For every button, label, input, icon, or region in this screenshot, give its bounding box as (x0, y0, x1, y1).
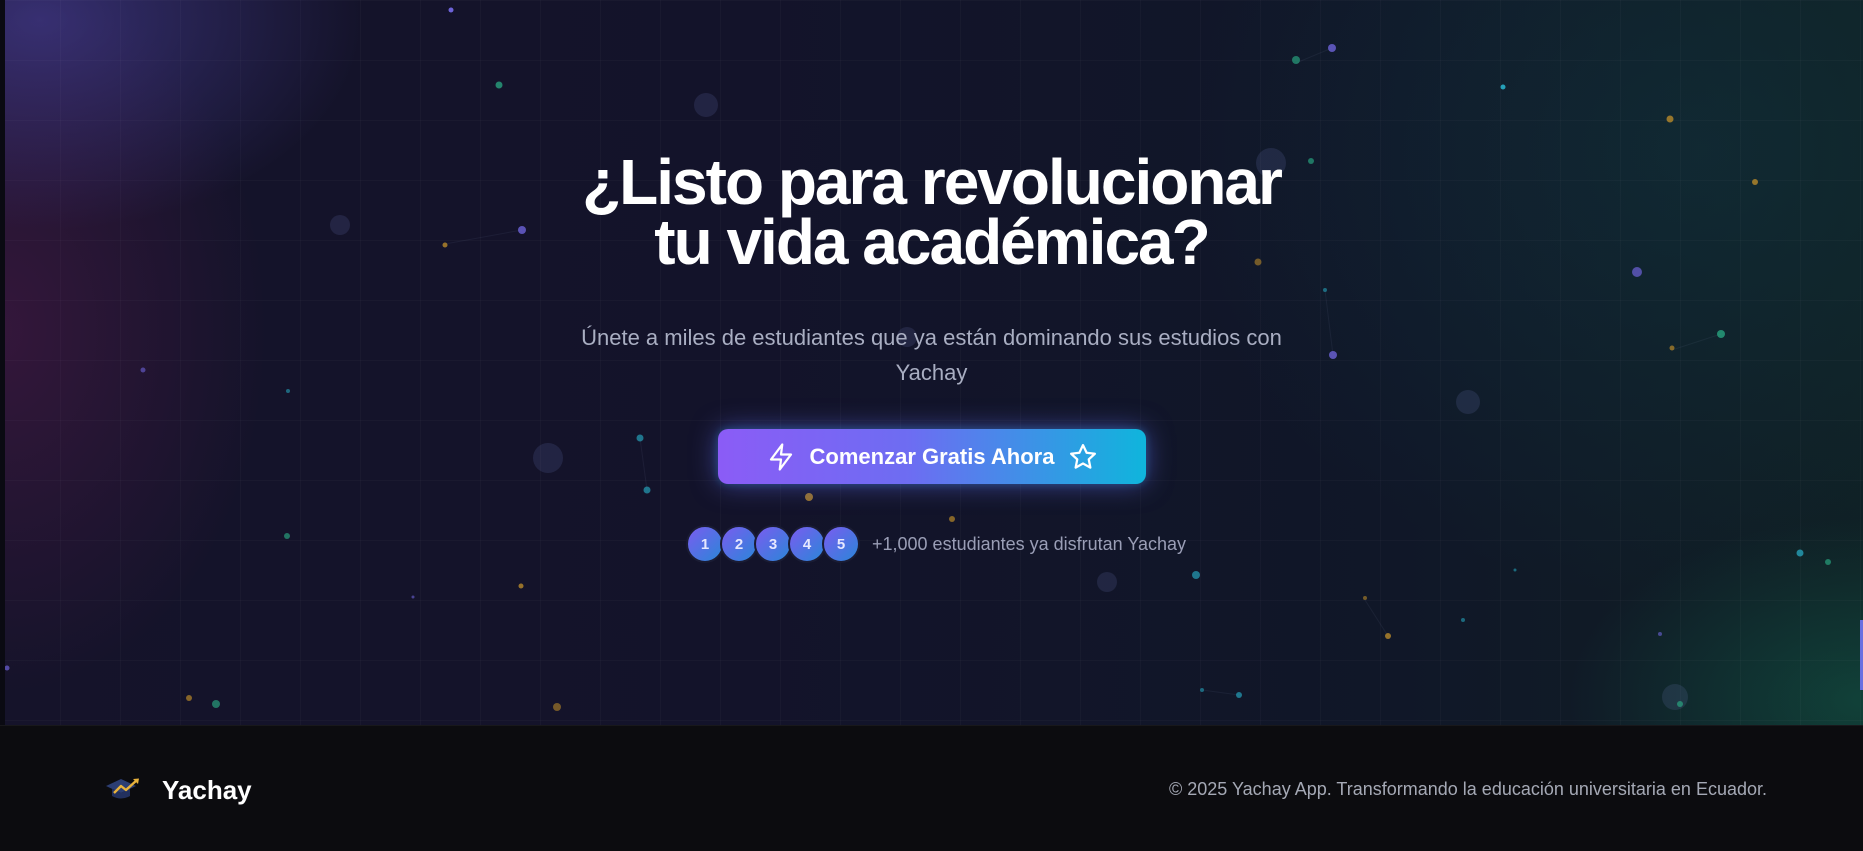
hero-title-line-2: tu vida académica? (654, 206, 1210, 278)
avatar-stack: 1 2 3 4 5 (686, 525, 860, 563)
left-edge (0, 0, 5, 725)
hero-subtitle: Únete a miles de estudiantes que ya está… (0, 320, 1863, 390)
hero-title: ¿Listo para revolucionar tu vida académi… (0, 150, 1863, 274)
hero-section: ¿Listo para revolucionar tu vida académi… (0, 0, 1863, 725)
footer: Yachay © 2025 Yachay App. Transformando … (0, 725, 1863, 851)
hero-subtitle-line-1: Únete a miles de estudiantes que ya está… (581, 325, 1282, 350)
social-proof-text: +1,000 estudiantes ya disfrutan Yachay (872, 533, 1187, 554)
footer-copyright: © 2025 Yachay App. Transformando la educ… (1169, 779, 1767, 799)
avatar: 2 (720, 525, 758, 563)
lightning-icon (766, 442, 796, 472)
avatar: 3 (754, 525, 792, 563)
start-free-button[interactable]: Comenzar Gratis Ahora (718, 429, 1146, 484)
footer-brand[interactable]: Yachay (162, 775, 252, 806)
avatar: 1 (686, 525, 724, 563)
star-icon (1068, 442, 1098, 472)
avatar: 5 (822, 525, 860, 563)
social-proof: 1 2 3 4 5 +1,000 estudiantes ya disfruta… (686, 525, 1186, 563)
start-free-button-label: Comenzar Gratis Ahora (809, 443, 1055, 469)
avatar: 4 (788, 525, 826, 563)
hero-subtitle-line-2: Yachay (895, 360, 968, 385)
graduation-cap-trend-icon (104, 775, 144, 803)
